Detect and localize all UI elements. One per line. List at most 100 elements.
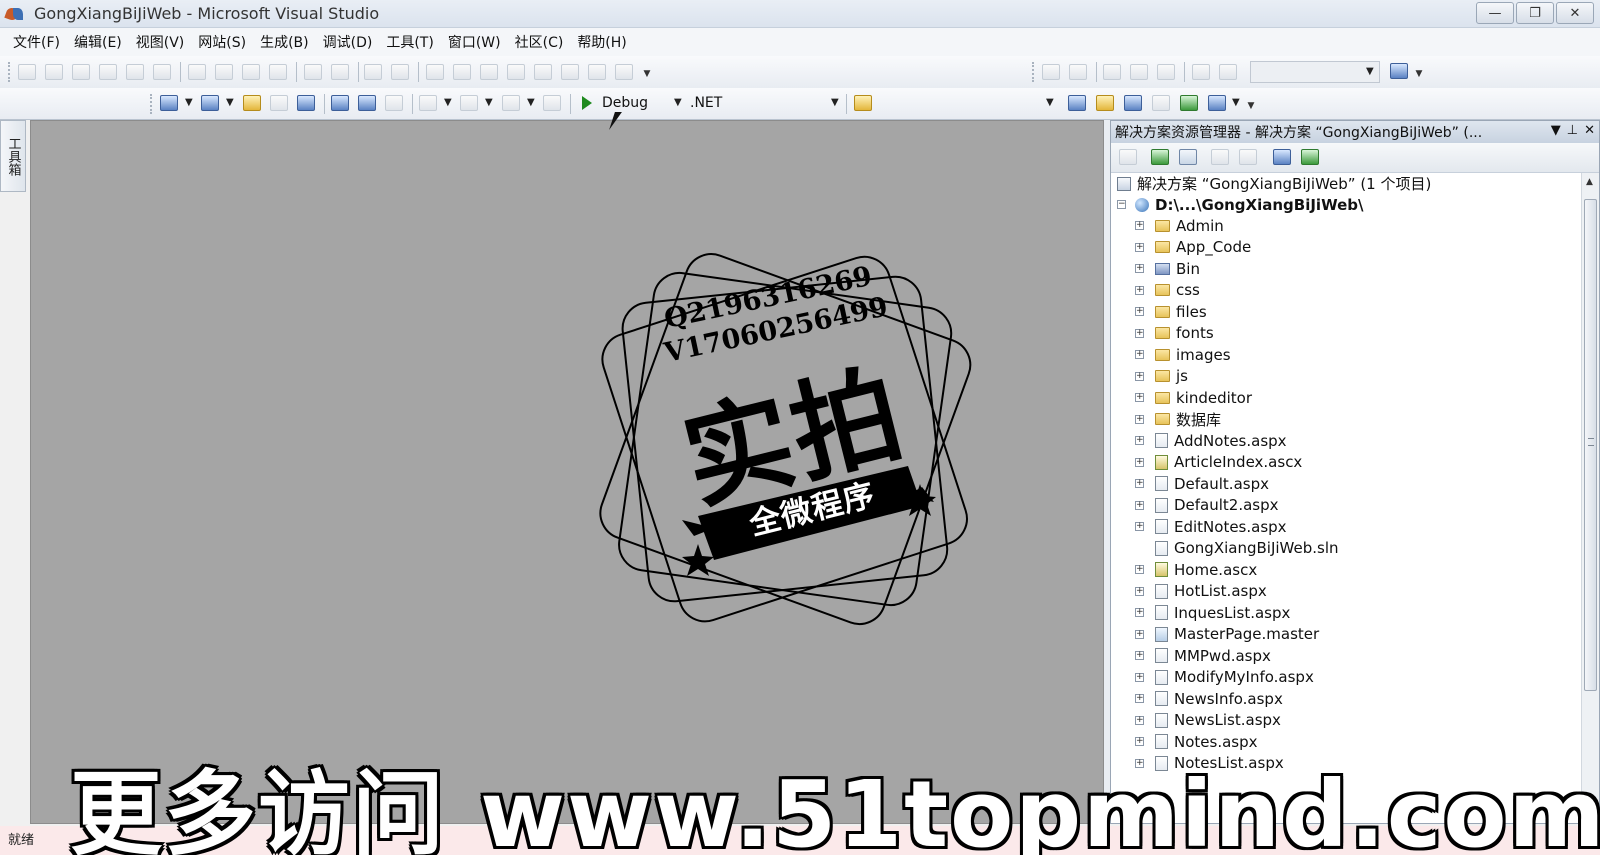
horizontal-spacing-icon[interactable]: [304, 64, 322, 80]
solution-platform-dropdown[interactable]: .NET: [690, 92, 840, 114]
tree-item[interactable]: InquesList.aspx: [1155, 602, 1290, 623]
expand-icon[interactable]: +: [1135, 586, 1144, 596]
chevron-down-icon[interactable]: ▼: [1232, 97, 1240, 108]
chevron-down-icon[interactable]: ▼: [831, 97, 839, 108]
menu-view[interactable]: 视图(V): [129, 32, 192, 52]
expand-icon[interactable]: +: [1135, 565, 1144, 574]
menu-help[interactable]: 帮助(H): [570, 32, 633, 52]
cut-icon[interactable]: [331, 95, 349, 111]
tree-item[interactable]: Bin: [1155, 258, 1200, 279]
expand-icon[interactable]: +: [1135, 629, 1144, 639]
tree-item[interactable]: Admin: [1155, 215, 1224, 236]
object-browser-icon[interactable]: [1208, 95, 1226, 111]
display-member-list-icon[interactable]: [1103, 64, 1121, 80]
window-position-icon[interactable]: ▼: [1551, 123, 1561, 138]
toolbox-tools-icon[interactable]: [1152, 95, 1170, 111]
tree-item[interactable]: AddNotes.aspx: [1155, 430, 1287, 451]
comment-icon[interactable]: [588, 64, 606, 80]
align-lefts-icon[interactable]: [18, 64, 36, 80]
paste-icon[interactable]: [385, 95, 403, 111]
menu-tools[interactable]: 工具(T): [379, 32, 440, 52]
solution-configuration-dropdown[interactable]: Debug: [602, 92, 682, 114]
menu-build[interactable]: 生成(B): [253, 32, 316, 52]
tree-item[interactable]: EditNotes.aspx: [1155, 516, 1287, 537]
tree-item[interactable]: NewsInfo.aspx: [1155, 688, 1283, 709]
expand-icon[interactable]: +: [1135, 694, 1144, 703]
collapse-icon[interactable]: −: [1117, 200, 1126, 209]
tree-item[interactable]: NewsList.aspx: [1155, 710, 1281, 731]
tree-item[interactable]: Home.ascx: [1155, 559, 1257, 580]
next-bookmark-icon[interactable]: [1069, 64, 1087, 80]
bring-to-front-icon[interactable]: [480, 64, 498, 80]
properties-icon[interactable]: [1119, 149, 1137, 165]
expand-icon[interactable]: +: [1135, 500, 1144, 510]
tree-item[interactable]: Default2.aspx: [1155, 495, 1279, 516]
refresh-icon[interactable]: [1151, 149, 1169, 165]
tree-item[interactable]: HotList.aspx: [1155, 581, 1267, 602]
expand-icon[interactable]: +: [1135, 328, 1144, 338]
center-horizontally-icon[interactable]: [426, 64, 444, 80]
uncomment-out-icon[interactable]: [1219, 64, 1237, 80]
align-bottoms-icon[interactable]: [153, 64, 171, 80]
view-designer-icon[interactable]: [1239, 149, 1257, 165]
tree-item[interactable]: ModifyMyInfo.aspx: [1155, 667, 1314, 688]
decrease-spacing-icon[interactable]: [331, 64, 349, 80]
align-rights-icon[interactable]: [72, 64, 90, 80]
expand-icon[interactable]: +: [1135, 522, 1144, 531]
chevron-down-icon[interactable]: ▼: [226, 97, 234, 108]
copy-website-icon[interactable]: [1273, 149, 1291, 165]
toolbar-overflow-icon[interactable]: ▼: [1246, 98, 1256, 114]
expand-icon[interactable]: +: [1135, 285, 1144, 295]
increase-indent-icon[interactable]: [1157, 64, 1175, 80]
block-format-dropdown[interactable]: [1250, 61, 1380, 83]
aspnet-configuration-icon[interactable]: [1301, 149, 1319, 165]
menu-website[interactable]: 网站(S): [191, 32, 253, 52]
tree-item[interactable]: kindeditor: [1155, 387, 1252, 408]
menu-community[interactable]: 社区(C): [508, 32, 571, 52]
tree-item[interactable]: 数据库: [1155, 409, 1221, 430]
add-new-item-icon[interactable]: [201, 95, 219, 111]
find-combo[interactable]: [880, 92, 1056, 114]
menu-window[interactable]: 窗口(W): [441, 32, 508, 52]
save-icon[interactable]: [270, 95, 288, 111]
decrease-indent-icon[interactable]: [1130, 64, 1148, 80]
auto-hide-pin-icon[interactable]: ⊥: [1567, 123, 1578, 138]
toolbar-overflow-icon[interactable]: ▼: [1414, 66, 1424, 82]
vertical-spacing-icon[interactable]: [364, 64, 382, 80]
close-panel-icon[interactable]: ✕: [1584, 123, 1595, 138]
expand-icon[interactable]: +: [1135, 457, 1144, 467]
expand-icon[interactable]: +: [1135, 393, 1144, 402]
solution-node[interactable]: 解决方案 “GongXiangBiJiWeb” (1 个项目): [1117, 173, 1431, 194]
expand-icon[interactable]: +: [1135, 479, 1144, 488]
chevron-down-icon[interactable]: ▼: [1366, 66, 1374, 77]
accessibility-check-icon[interactable]: [1390, 63, 1408, 79]
tree-item[interactable]: GongXiangBiJiWeb.sln: [1155, 538, 1339, 559]
make-same-height-icon[interactable]: [215, 64, 233, 80]
nest-related-files-icon[interactable]: [1179, 149, 1197, 165]
tree-item[interactable]: files: [1155, 301, 1207, 322]
undo-icon[interactable]: [419, 95, 437, 111]
tree-item[interactable]: images: [1155, 344, 1231, 365]
tree-item[interactable]: Default.aspx: [1155, 473, 1269, 494]
expand-icon[interactable]: +: [1135, 651, 1144, 660]
vertical-scrollbar[interactable]: ▲ ▼: [1581, 173, 1599, 823]
expand-icon[interactable]: +: [1135, 608, 1144, 617]
align-tops-icon[interactable]: [99, 64, 117, 80]
solution-explorer-icon[interactable]: [1096, 95, 1114, 111]
tree-item[interactable]: MMPwd.aspx: [1155, 645, 1271, 666]
toolbar-grip[interactable]: [8, 62, 12, 82]
close-button[interactable]: ✕: [1556, 2, 1594, 24]
decrease-vertical-spacing-icon[interactable]: [391, 64, 409, 80]
chevron-down-icon[interactable]: ▼: [185, 97, 193, 108]
chevron-down-icon[interactable]: ▼: [1046, 97, 1054, 108]
minimize-button[interactable]: —: [1476, 2, 1514, 24]
chevron-down-icon[interactable]: ▼: [444, 97, 452, 108]
tab-order-icon[interactable]: [561, 64, 579, 80]
view-code-icon[interactable]: [1211, 149, 1229, 165]
tree-item[interactable]: js: [1155, 366, 1188, 387]
make-same-width-icon[interactable]: [188, 64, 206, 80]
chevron-down-icon[interactable]: ▼: [485, 97, 493, 108]
start-page-icon[interactable]: [1180, 95, 1198, 111]
previous-bookmark-icon[interactable]: [1042, 64, 1060, 80]
expand-icon[interactable]: +: [1135, 436, 1144, 445]
